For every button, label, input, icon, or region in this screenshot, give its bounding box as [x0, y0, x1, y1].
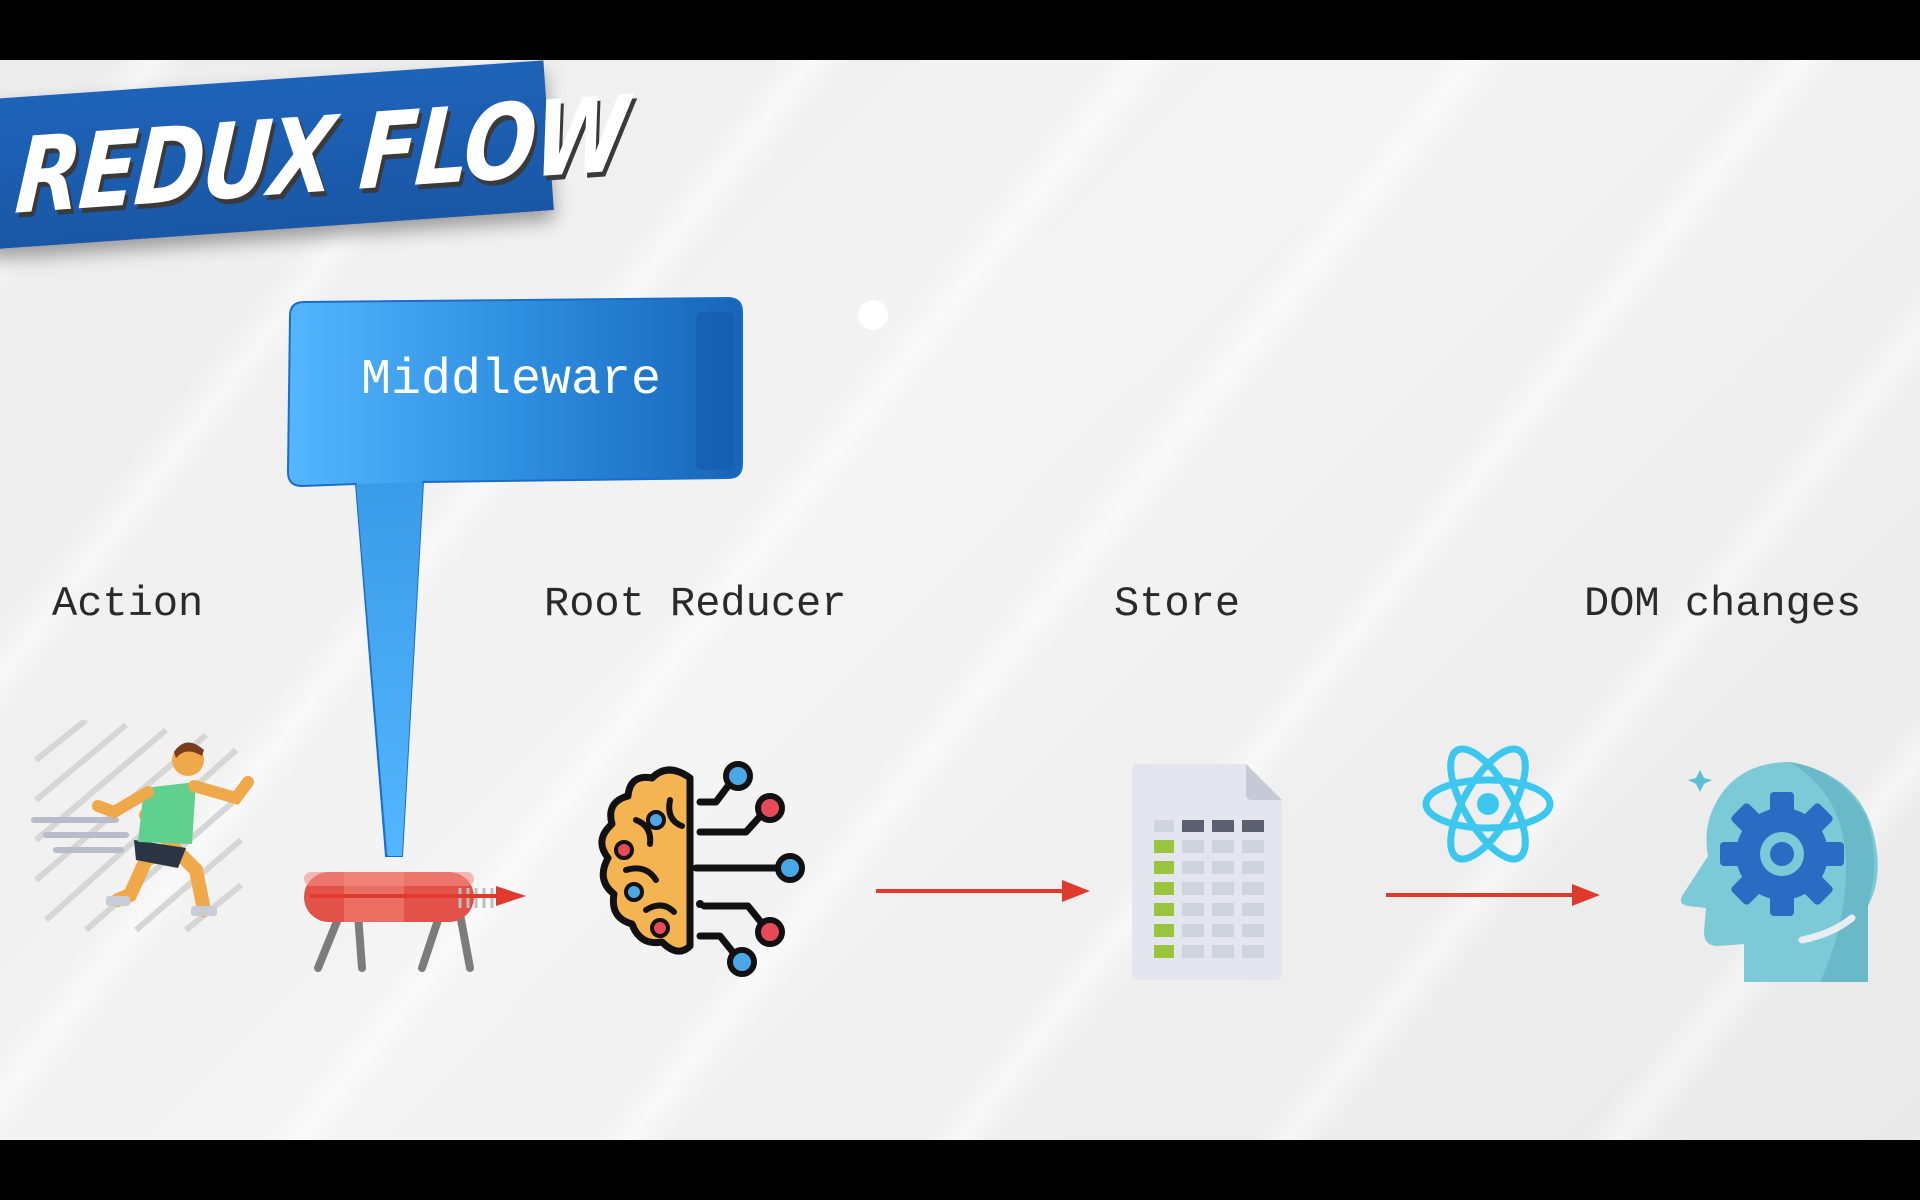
- arrow-reducer-to-store: [876, 880, 1090, 902]
- head-gear-icon: [1680, 762, 1878, 982]
- title-banner: REDUX FLOW: [0, 60, 630, 250]
- stage-label-dom-changes: DOM changes: [1584, 580, 1862, 628]
- slide-title: REDUX FLOW: [11, 72, 630, 238]
- react-logo-icon: [1422, 745, 1554, 863]
- stage-label-root-reducer: Root Reducer: [544, 580, 847, 628]
- brain-circuit-icon: [598, 761, 805, 977]
- pointer-dot: [858, 300, 888, 330]
- vaulting-horse-icon: [304, 872, 526, 972]
- stage-label-store: Store: [1114, 580, 1241, 628]
- arrow-store-to-dom: [1386, 884, 1600, 906]
- spreadsheet-document-icon: [1132, 764, 1282, 980]
- slide: REDUX FLOW Middleware Action Root Reduce…: [0, 60, 1920, 1140]
- stage-label-action: Action: [52, 580, 204, 628]
- callout-label: Middleware: [360, 352, 662, 409]
- letterbox-top: [0, 0, 1920, 60]
- runner-icon: [31, 720, 254, 933]
- letterbox-bottom: [0, 1140, 1920, 1200]
